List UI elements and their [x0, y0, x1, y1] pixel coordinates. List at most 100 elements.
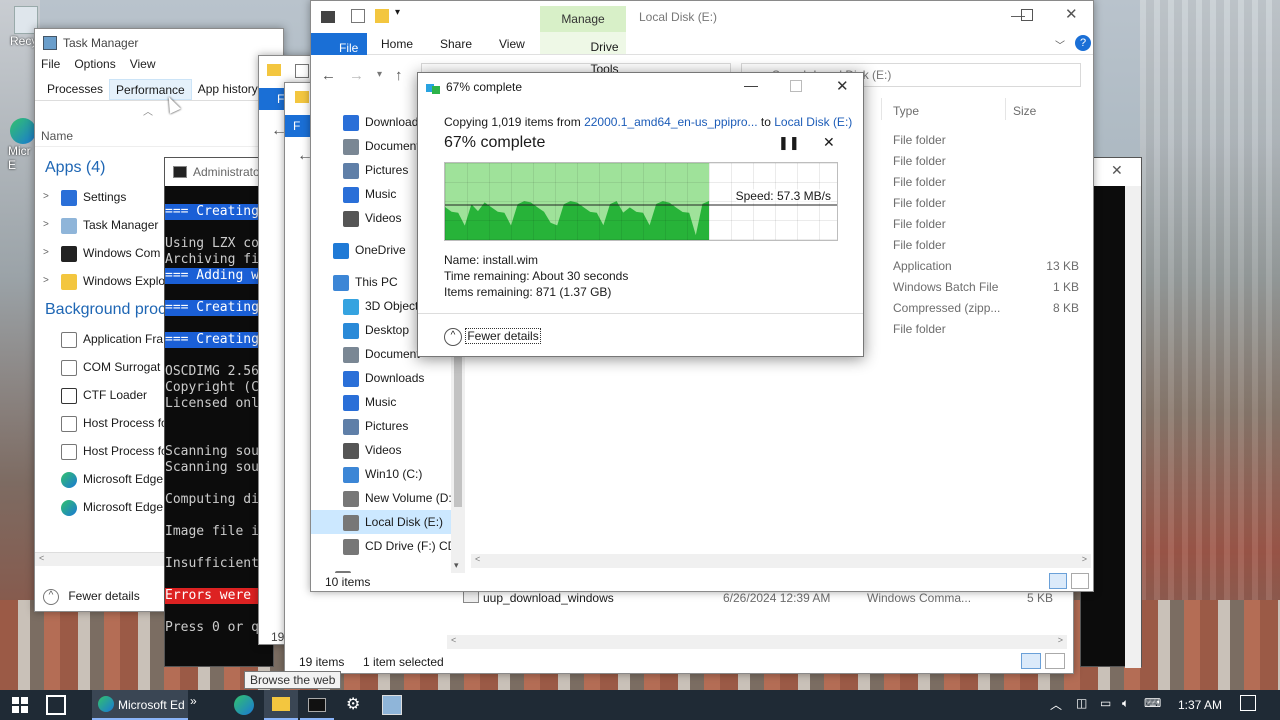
column-size[interactable]: Size — [1013, 104, 1036, 118]
expand-chevron-icon[interactable]: > — [43, 239, 49, 267]
file-row-name[interactable]: uup_download_windows — [483, 591, 614, 605]
nav-item[interactable]: Win10 (C:) — [343, 462, 422, 486]
file-row-type[interactable]: File folder — [893, 322, 946, 336]
edge-pinned-icon[interactable] — [234, 695, 254, 715]
forward-arrow-icon[interactable]: → — [349, 67, 364, 84]
scroll-left-icon[interactable]: < — [451, 635, 456, 645]
close-icon[interactable]: ✕ — [1065, 5, 1078, 23]
nav-item[interactable]: CD Drive (F:) CD — [343, 534, 456, 558]
file-row-type[interactable]: File folder — [893, 175, 946, 189]
ribbon-tab-home[interactable]: Home — [381, 37, 413, 51]
file-row-type[interactable]: File folder — [893, 154, 946, 168]
scroll-left-icon[interactable]: < — [475, 554, 480, 564]
nav-item[interactable]: Pictures — [343, 414, 408, 438]
nav-item[interactable]: Download — [343, 110, 418, 134]
nav-item[interactable]: OneDrive — [333, 238, 406, 262]
sort-chevron-icon[interactable]: ︿ — [143, 103, 153, 118]
nav-item[interactable]: This PC — [333, 270, 398, 294]
nav-item[interactable]: 3D Objects — [343, 294, 424, 318]
file-row-type[interactable]: File folder — [893, 217, 946, 231]
taskbar-explorer-button[interactable] — [264, 690, 298, 720]
nav-item[interactable]: Document — [343, 134, 420, 158]
ribbon-tab-view[interactable]: View — [499, 37, 525, 51]
nav-item[interactable]: Downloads — [343, 366, 424, 390]
nav-item[interactable]: Pictures — [343, 158, 408, 182]
ribbon-tab-file[interactable]: File — [311, 33, 367, 55]
ribbon-tab-drive-tools[interactable]: Drive Tools — [540, 32, 626, 76]
tab-processes[interactable]: Processes — [41, 79, 109, 100]
help-icon[interactable]: ? — [1075, 35, 1091, 51]
horizontal-scrollbar[interactable]: < > — [447, 635, 1067, 649]
vertical-scrollbar[interactable] — [1125, 186, 1141, 668]
nav-item[interactable]: New Volume (D:) — [335, 566, 448, 573]
task-manager-titlebar[interactable]: Task Manager — [35, 29, 283, 57]
expand-chevron-icon[interactable]: > — [43, 211, 49, 239]
scroll-thumb[interactable] — [454, 357, 462, 507]
volume-icon[interactable]: 🔈︎ — [1122, 696, 1129, 711]
more-chevron-icon[interactable]: » — [190, 694, 197, 708]
properties-icon[interactable] — [351, 9, 365, 23]
language-icon[interactable]: ⌨ — [1144, 696, 1161, 710]
details-view-button[interactable] — [1021, 653, 1041, 669]
menu-options[interactable]: Options — [74, 57, 115, 79]
start-button[interactable] — [10, 695, 30, 715]
back-arrow-icon[interactable]: ← — [321, 67, 336, 84]
nav-item[interactable]: Videos — [343, 438, 401, 462]
file-row-type[interactable]: Compressed (zipp... — [893, 301, 1000, 315]
tab-performance[interactable]: Performance — [109, 79, 192, 100]
up-arrow-icon[interactable]: ↑ — [395, 67, 403, 84]
task-manager-icon[interactable] — [382, 695, 402, 715]
minimize-icon[interactable]: — — [744, 77, 758, 93]
close-icon[interactable]: ✕ — [836, 77, 849, 95]
tab-app-history[interactable]: App history — [192, 79, 264, 100]
nav-item[interactable]: Videos — [343, 206, 401, 230]
expand-ribbon-icon[interactable]: ﹀ — [1055, 37, 1065, 52]
file-row-type[interactable]: File folder — [893, 238, 946, 252]
nav-item[interactable]: Music — [343, 182, 396, 206]
nav-item[interactable]: New Volume (D: — [343, 486, 452, 510]
menu-view[interactable]: View — [130, 57, 156, 79]
file-row-type[interactable]: Application — [893, 259, 952, 273]
show-hidden-icons[interactable]: ︿ — [1050, 696, 1062, 713]
scroll-right-icon[interactable]: > — [1058, 635, 1063, 645]
file-tab[interactable]: F — [285, 115, 311, 137]
nav-item[interactable]: Desktop — [343, 318, 409, 342]
network-icon[interactable]: ◫ — [1076, 696, 1087, 710]
nav-item[interactable]: Music — [343, 390, 396, 414]
column-name[interactable]: Name — [35, 125, 283, 147]
column-type[interactable]: Type — [893, 104, 919, 118]
close-icon[interactable]: ✕ — [1111, 162, 1123, 179]
clock[interactable]: 1:37 AM — [1178, 698, 1222, 712]
details-view-button[interactable] — [1049, 573, 1067, 589]
large-icons-view-button[interactable] — [1045, 653, 1065, 669]
manage-contextual-tab[interactable]: Manage — [540, 6, 626, 34]
fewer-details-button[interactable]: ^ Fewer details — [43, 585, 140, 607]
menu-file[interactable]: File — [41, 57, 60, 79]
file-row-type[interactable]: Windows Batch File — [893, 280, 998, 294]
scroll-down-icon[interactable]: ▾ — [454, 560, 459, 571]
nav-item[interactable]: Local Disk (E:) — [311, 510, 461, 534]
fewer-details-button[interactable]: ^ Fewer details — [444, 327, 541, 347]
source-link[interactable]: 22000.1_amd64_en-us_ppipro... — [584, 115, 757, 129]
recent-locations-icon[interactable]: ▾ — [377, 69, 382, 80]
taskbar-edge-button[interactable]: Microsoft Ed — [92, 690, 188, 720]
file-row-type[interactable]: File folder — [893, 133, 946, 147]
large-icons-view-button[interactable] — [1071, 573, 1089, 589]
horizontal-scrollbar[interactable]: < > — [471, 554, 1091, 568]
task-view-icon[interactable] — [46, 695, 66, 715]
scroll-left-icon[interactable]: < — [39, 553, 44, 563]
scroll-right-icon[interactable]: > — [1082, 554, 1087, 564]
customize-toolbar-icon[interactable]: ▾ — [395, 7, 400, 18]
ribbon-tab-share[interactable]: Share — [440, 37, 472, 51]
new-folder-icon[interactable] — [375, 9, 389, 23]
command-prompt-titlebar[interactable]: Administrato — [165, 158, 273, 186]
cancel-copy-button[interactable]: ✕ — [823, 134, 835, 151]
expand-chevron-icon[interactable]: > — [43, 267, 49, 295]
battery-icon[interactable]: ▭ — [1100, 696, 1111, 710]
taskbar-cmd-button[interactable] — [300, 690, 334, 720]
file-row-type[interactable]: File folder — [893, 196, 946, 210]
notification-icon[interactable] — [1240, 695, 1256, 711]
nav-item[interactable]: Document — [343, 342, 420, 366]
pause-button[interactable]: ❚❚ — [778, 135, 800, 151]
destination-link[interactable]: Local Disk (E:) — [774, 115, 852, 129]
